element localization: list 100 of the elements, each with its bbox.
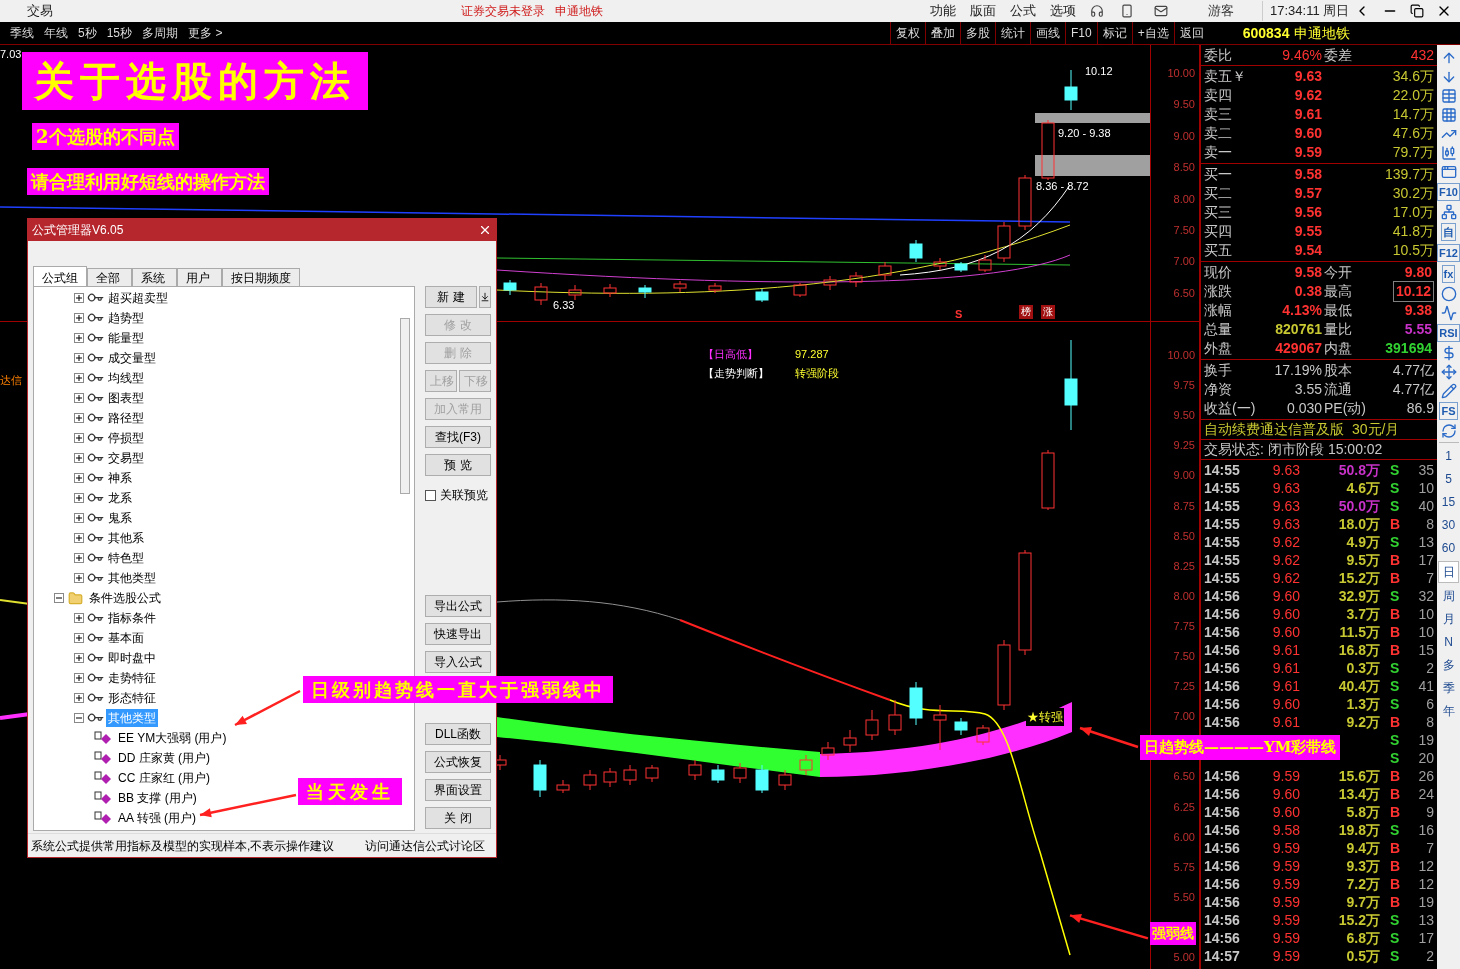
expand-toggle[interactable]: [74, 473, 84, 483]
period-tab[interactable]: 年线: [44, 24, 68, 42]
move-tool-icon[interactable]: [1440, 364, 1457, 380]
period-tab[interactable]: 季线: [10, 24, 34, 42]
phone-icon[interactable]: [1120, 4, 1134, 18]
expand-toggle[interactable]: [74, 333, 84, 343]
period-tab[interactable]: 5秒: [78, 24, 97, 42]
dialog-tab[interactable]: 全部: [87, 268, 132, 286]
expand-toggle[interactable]: [74, 633, 84, 643]
menu-item[interactable]: 公式: [1010, 1, 1036, 21]
expand-toggle[interactable]: [74, 453, 84, 463]
expand-toggle[interactable]: [74, 513, 84, 523]
tree-item[interactable]: 交易型: [106, 449, 146, 467]
expand-toggle[interactable]: [74, 373, 84, 383]
tree-item[interactable]: AA 转强 (用户): [116, 809, 198, 827]
tree-item[interactable]: 其他类型: [106, 569, 158, 587]
expand-toggle[interactable]: [74, 613, 84, 623]
scrollbar-thumb[interactable]: [400, 318, 410, 494]
tree-item[interactable]: 神系: [106, 469, 134, 487]
toolbar-button[interactable]: 复权: [890, 21, 925, 45]
tree-item[interactable]: 基本面: [106, 629, 146, 647]
expand-toggle[interactable]: [74, 393, 84, 403]
tree-item[interactable]: EE YM大强弱 (用户): [116, 729, 229, 747]
tree-item[interactable]: 走势特征: [106, 669, 158, 687]
tool-button[interactable]: FS: [1439, 402, 1458, 420]
period-button[interactable]: N: [1438, 632, 1459, 652]
period-button[interactable]: 60: [1438, 538, 1459, 558]
tree-item[interactable]: 鬼系: [106, 509, 134, 527]
promo-link[interactable]: 自动续费通达信普及版: [1204, 420, 1344, 439]
tree-item[interactable]: 其他系: [106, 529, 146, 547]
tool-button[interactable]: fx: [1441, 265, 1456, 283]
pencil-tool-icon[interactable]: [1440, 383, 1457, 399]
tree-item[interactable]: 均线型: [106, 369, 146, 387]
menu-item[interactable]: 功能: [930, 1, 956, 21]
toolbar-button[interactable]: 多股: [960, 21, 995, 45]
toolbar-button[interactable]: F10: [1065, 21, 1097, 45]
tree-item[interactable]: BB 支撑 (用户): [116, 789, 199, 807]
tool-button[interactable]: F12: [1437, 244, 1460, 262]
toolbar-button[interactable]: 叠加: [925, 21, 960, 45]
tree-item[interactable]: 条件选股公式: [87, 589, 163, 607]
windows-tool-icon[interactable]: [1440, 164, 1457, 180]
menu-item[interactable]: 选项: [1050, 1, 1076, 21]
dialog-tab[interactable]: 系统: [132, 268, 177, 286]
period-button[interactable]: 30: [1438, 515, 1459, 535]
dialog-button[interactable]: DLL函数: [425, 723, 491, 745]
expand-toggle[interactable]: [74, 553, 84, 563]
expand-toggle[interactable]: [74, 673, 84, 683]
dialog-button[interactable]: 公式恢复: [425, 751, 491, 773]
dialog-tab[interactable]: 公式组: [33, 266, 87, 286]
period-tab[interactable]: 多周期: [142, 24, 179, 42]
tree-item[interactable]: 指标条件: [106, 609, 158, 627]
dialog-tab[interactable]: 按日期频度: [222, 268, 300, 286]
period-button[interactable]: 5: [1438, 469, 1459, 489]
grid-tool-icon[interactable]: [1440, 107, 1457, 123]
period-button[interactable]: 月: [1438, 609, 1459, 629]
toolbar-button[interactable]: 画线: [1030, 21, 1065, 45]
collapse-toggle[interactable]: [74, 713, 84, 723]
tree-item[interactable]: CC 庄家红 (用户): [116, 769, 212, 787]
toolbar-button[interactable]: +自选: [1131, 21, 1174, 45]
circle-tool-icon[interactable]: [1440, 286, 1457, 302]
tree-item[interactable]: 图表型: [106, 389, 146, 407]
period-tab[interactable]: 15秒: [106, 24, 133, 42]
tree-item[interactable]: 能量型: [106, 329, 146, 347]
expand-toggle[interactable]: [74, 433, 84, 443]
tree-item[interactable]: DD 庄家黄 (用户): [116, 749, 212, 767]
expand-toggle[interactable]: [74, 413, 84, 423]
toolbar-button[interactable]: 统计: [995, 21, 1030, 45]
expand-toggle[interactable]: [74, 353, 84, 363]
candles-tool-icon[interactable]: [1440, 145, 1457, 161]
forum-link[interactable]: 访问通达信公式讨论区: [365, 836, 485, 855]
menu-item[interactable]: 版面: [970, 1, 996, 21]
expand-toggle[interactable]: [74, 533, 84, 543]
dialog-button[interactable]: 查找(F3): [425, 426, 491, 448]
period-button[interactable]: 日: [1438, 561, 1459, 583]
tree-item[interactable]: 停损型: [106, 429, 146, 447]
dialog-button[interactable]: 新 建: [425, 286, 477, 308]
tree-item[interactable]: 超买超卖型: [106, 289, 170, 307]
checkbox[interactable]: [425, 489, 436, 501]
dialog-button[interactable]: 快速导出: [425, 623, 491, 645]
tree-item[interactable]: 特色型: [106, 549, 146, 567]
expand-toggle[interactable]: [74, 313, 84, 323]
dropdown-button[interactable]: [479, 286, 491, 308]
tree-item[interactable]: 形态特征: [106, 689, 158, 707]
tool-button[interactable]: RSI: [1437, 324, 1460, 342]
dialog-tab[interactable]: 用户: [177, 268, 222, 286]
toolbar-button[interactable]: 返回: [1173, 21, 1209, 45]
dialog-button[interactable]: 关 闭: [425, 807, 491, 829]
tree-tool-icon[interactable]: [1440, 204, 1457, 220]
expand-toggle[interactable]: [74, 693, 84, 703]
period-button[interactable]: 1: [1438, 446, 1459, 466]
dialog-button[interactable]: 导入公式: [425, 651, 491, 673]
refresh-tool-icon[interactable]: [1440, 423, 1457, 439]
period-button[interactable]: 季: [1438, 678, 1459, 698]
period-button[interactable]: 15: [1438, 492, 1459, 512]
period-button[interactable]: 年: [1438, 701, 1459, 721]
dialog-button[interactable]: 界面设置: [425, 779, 491, 801]
tree-item[interactable]: 龙系: [106, 489, 134, 507]
restore-icon[interactable]: [1410, 4, 1424, 18]
tool-button[interactable]: F10: [1437, 183, 1460, 201]
tree-item[interactable]: 即时盘中: [106, 649, 158, 667]
